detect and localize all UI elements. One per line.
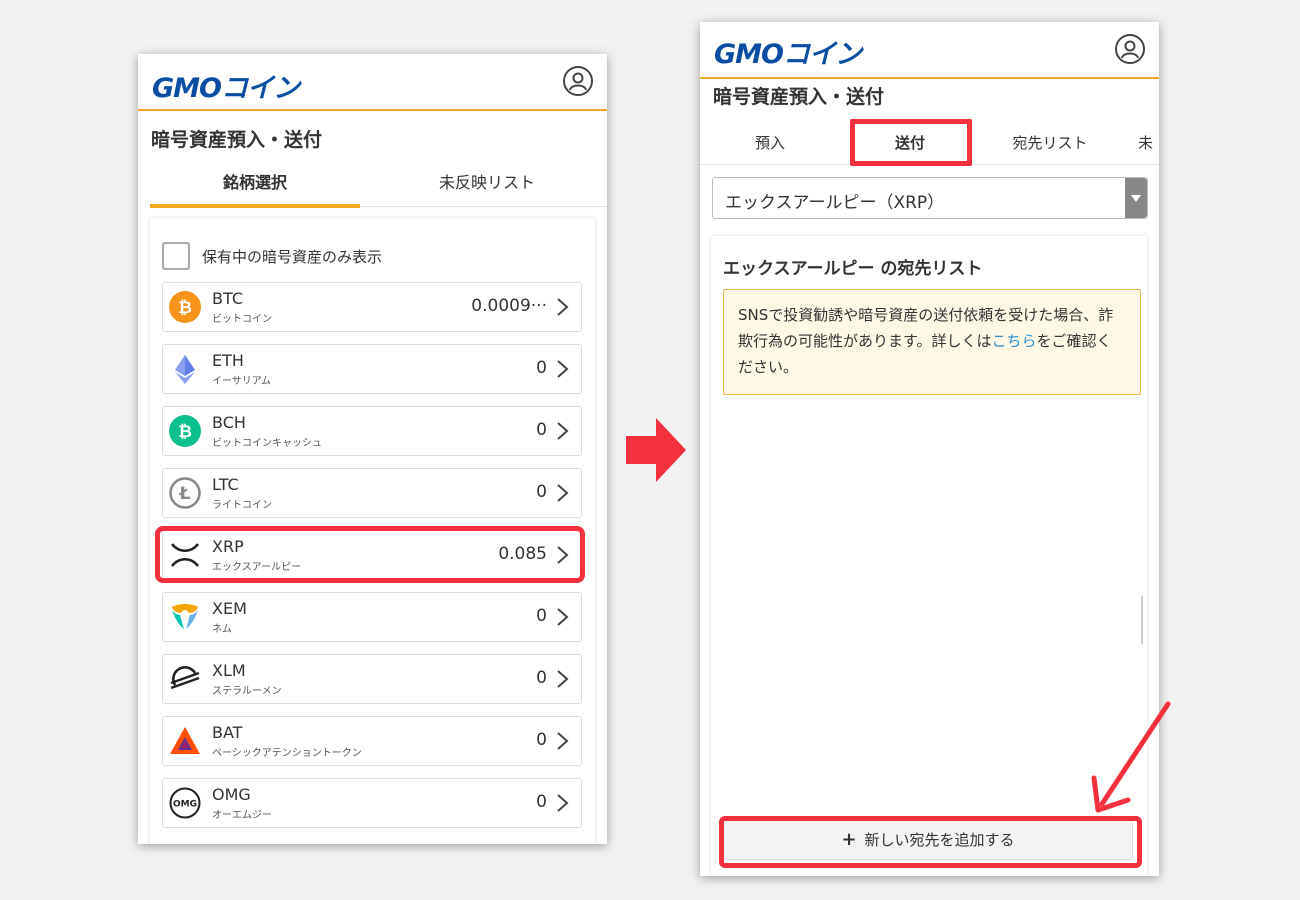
send-tab-highlight-frame — [850, 119, 972, 166]
coin-row-bch[interactable]: ₿ BCH ビットコインキャッシュ 0 — [162, 406, 582, 456]
app-header: GMOコイン — [138, 54, 607, 111]
gmo-coin-logo-right[interactable]: GMOコイン — [714, 32, 862, 71]
coin-name: ビットコインキャッシュ — [212, 438, 322, 449]
scrollbar[interactable] — [1141, 596, 1143, 644]
chevron-down-icon[interactable] — [1125, 178, 1147, 218]
coin-symbol: XLM — [212, 661, 246, 680]
coin-symbol: LTC — [212, 475, 239, 494]
coin-name: ステラルーメン — [212, 686, 282, 697]
logo-jp-text: コイン — [220, 73, 300, 104]
arrow-right-icon — [626, 418, 686, 482]
tab-unreflected-list[interactable]: 未反映リスト — [372, 164, 602, 204]
chevron-right-icon — [553, 793, 571, 813]
coin-name: イーサリアム — [212, 376, 272, 387]
coin-balance: 0 — [536, 482, 547, 502]
logo-jp-text-right: コイン — [782, 39, 862, 70]
coin-select-screen: GMOコイン 暗号資産預入・送付 銘柄選択 未反映リスト 保有中の暗号資産のみ表… — [138, 54, 607, 844]
bitcoin-icon: ₿ — [169, 291, 201, 323]
chevron-right-icon — [553, 483, 571, 503]
chevron-right-icon — [553, 297, 571, 317]
ethereum-icon — [169, 353, 201, 385]
add-button-highlight-frame — [719, 816, 1142, 868]
coin-name: ベーシックアテンショントークン — [212, 748, 362, 759]
coin-name: ライトコイン — [212, 500, 272, 511]
coin-balance: 0 — [536, 420, 547, 440]
tab-deposit[interactable]: 預入 — [720, 122, 820, 164]
coin-row-xem[interactable]: XEM ネム 0 — [162, 592, 582, 642]
svg-text:₿: ₿ — [178, 422, 192, 442]
coin-name: ネム — [212, 624, 232, 635]
app-header-right: GMOコイン — [700, 22, 1159, 79]
coin-name: ビットコイン — [212, 314, 272, 325]
coin-symbol: XEM — [212, 599, 247, 618]
coin-balance: 0 — [536, 606, 547, 626]
coin-symbol: BTC — [212, 289, 243, 308]
litecoin-icon: Ł — [169, 477, 201, 509]
chevron-right-icon — [553, 607, 571, 627]
omg-icon: OMG — [169, 787, 201, 819]
xrp-highlight-frame — [155, 526, 585, 583]
coin-balance: 0.0009··· — [471, 296, 547, 316]
coin-select-dropdown[interactable]: エックスアールピー（XRP） — [712, 177, 1148, 219]
account-icon-right[interactable] — [1115, 34, 1145, 64]
coin-row-eth[interactable]: ETH イーサリアム 0 — [162, 344, 582, 394]
tab-destination-list[interactable]: 宛先リスト — [995, 122, 1105, 164]
svg-text:Ł: Ł — [179, 484, 191, 504]
destination-list-title: エックスアールピー の宛先リスト — [723, 259, 983, 279]
stellar-icon — [169, 663, 201, 695]
coin-row-omg[interactable]: OMG OMG オーエムジー 0 — [162, 778, 582, 828]
destination-list-card: エックスアールピー の宛先リスト SNSで投資勧誘や暗号資産の送付依頼を受けた場… — [711, 236, 1147, 876]
coin-row-bat[interactable]: BAT ベーシックアテンショントークン 0 — [162, 716, 582, 766]
coin-balance: 0 — [536, 792, 547, 812]
coin-balance: 0 — [536, 358, 547, 378]
gmo-coin-logo[interactable]: GMOコイン — [152, 66, 300, 105]
coin-row-xlm[interactable]: XLM ステラルーメン 0 — [162, 654, 582, 704]
chevron-right-icon — [553, 421, 571, 441]
coin-symbol: BAT — [212, 723, 243, 742]
account-icon[interactable] — [563, 66, 593, 96]
arrow-diagonal-icon — [1091, 701, 1171, 813]
page-title-right: 暗号資産預入・送付 — [713, 86, 885, 108]
tab-unreflected-partial[interactable]: 未 — [1138, 122, 1159, 164]
bitcoin-cash-icon: ₿ — [169, 415, 201, 447]
coin-name: オーエムジー — [212, 810, 272, 821]
coin-row-btc[interactable]: ₿ BTC ビットコイン 0.0009··· — [162, 282, 582, 332]
logo-text: GMO — [152, 73, 222, 104]
page-title: 暗号資産預入・送付 — [151, 129, 323, 151]
fraud-warning-box: SNSで投資勧誘や暗号資産の送付依頼を受けた場合、詐欺行為の可能性があります。詳… — [723, 289, 1141, 395]
coin-balance: 0 — [536, 730, 547, 750]
chevron-right-icon — [553, 359, 571, 379]
coin-symbol: BCH — [212, 413, 246, 432]
svg-text:OMG: OMG — [173, 800, 197, 810]
bat-icon — [169, 725, 201, 757]
svg-text:₿: ₿ — [178, 298, 192, 318]
coin-select-value: エックスアールピー（XRP） — [725, 193, 945, 213]
tab-bar: 銘柄選択 未反映リスト — [150, 164, 607, 208]
only-held-checkbox[interactable] — [162, 242, 190, 270]
coin-balance: 0 — [536, 668, 547, 688]
logo-text-right: GMO — [714, 39, 784, 70]
tab-coin-select[interactable]: 銘柄選択 — [150, 164, 360, 208]
warning-detail-link[interactable]: こちら — [992, 332, 1037, 350]
coin-symbol: ETH — [212, 351, 244, 370]
coin-row-ltc[interactable]: Ł LTC ライトコイン 0 — [162, 468, 582, 518]
coin-symbol: OMG — [212, 785, 251, 804]
nem-icon — [169, 601, 201, 633]
only-held-label: 保有中の暗号資産のみ表示 — [202, 248, 383, 266]
chevron-right-icon — [553, 731, 571, 751]
chevron-right-icon — [553, 669, 571, 689]
